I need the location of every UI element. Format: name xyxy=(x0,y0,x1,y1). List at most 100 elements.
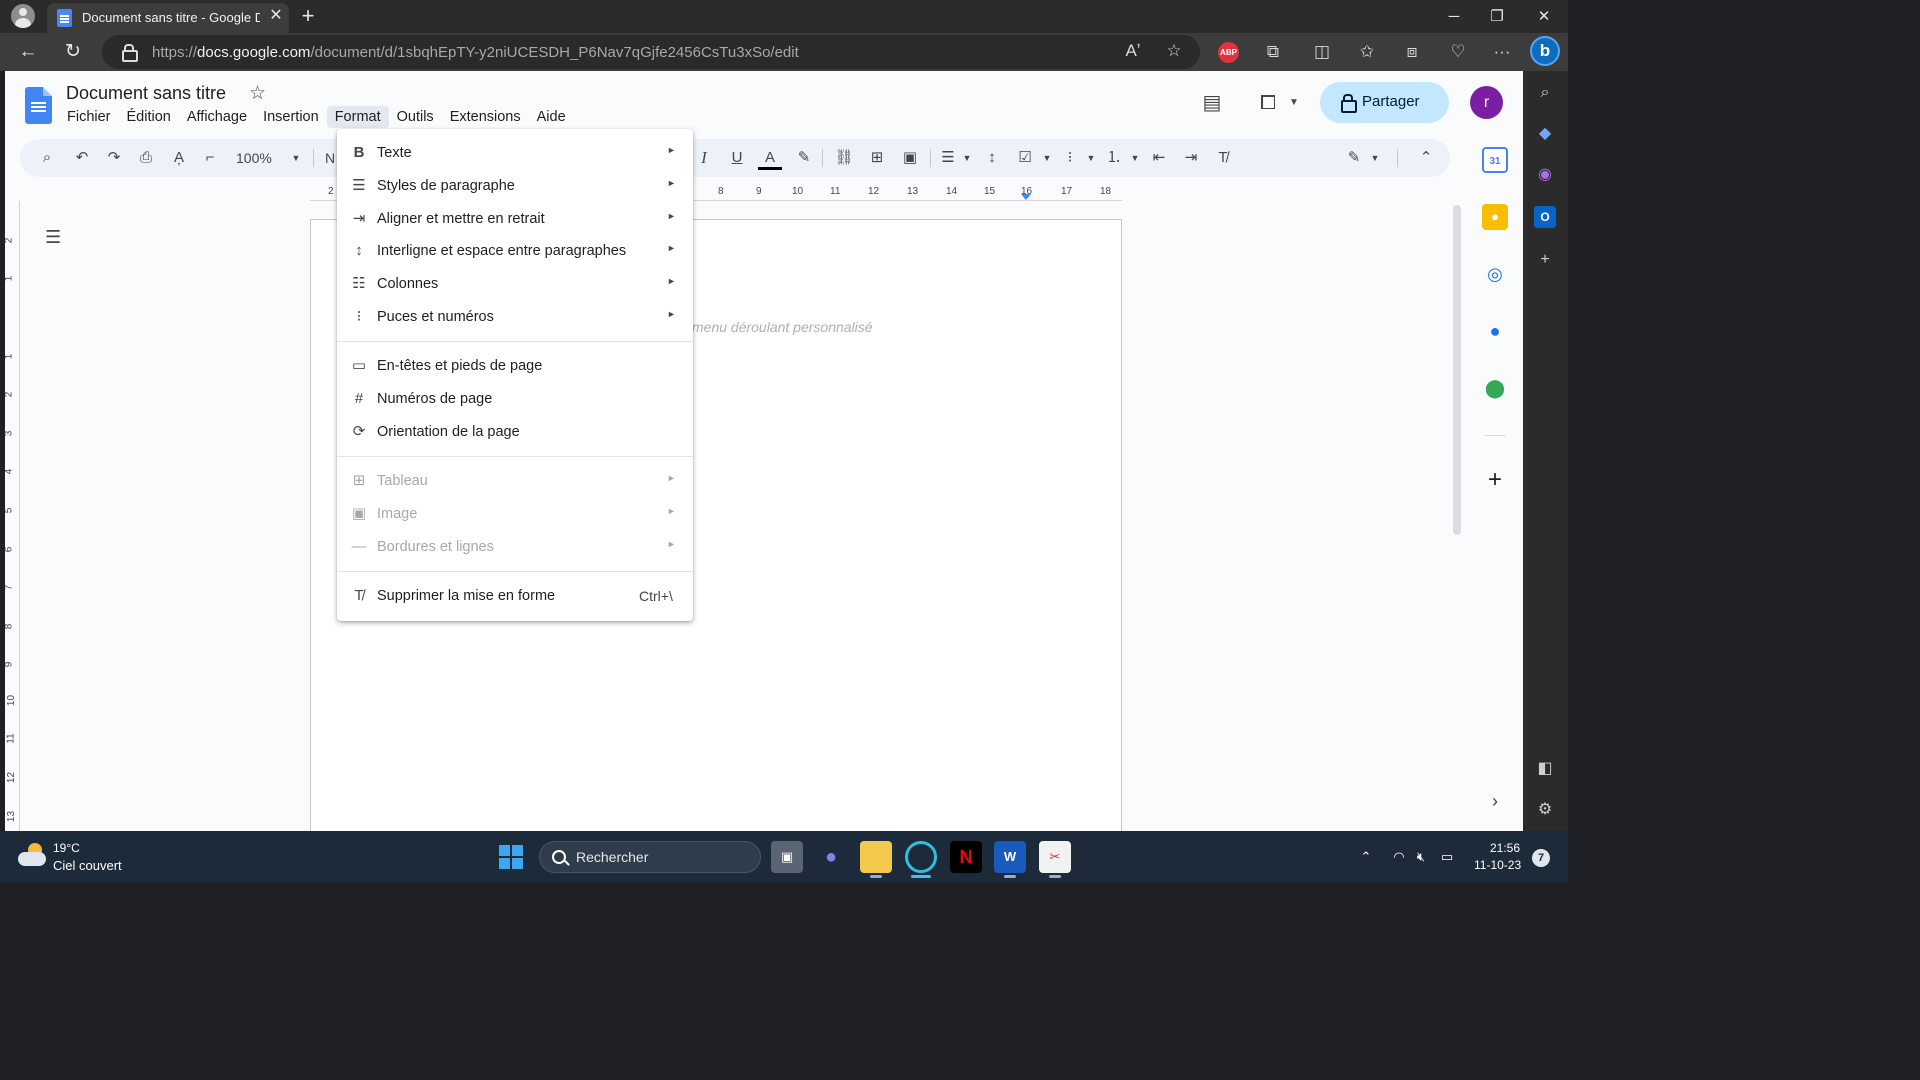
extensions-puzzle-icon[interactable]: ⧉ xyxy=(1260,40,1286,64)
windows-start-icon[interactable] xyxy=(499,845,523,869)
back-arrow-icon[interactable]: ← xyxy=(15,40,41,64)
menu-item-texte[interactable]: B Texte ► xyxy=(337,137,693,170)
line-spacing-icon[interactable]: ↕ xyxy=(980,146,1004,170)
increase-indent-icon[interactable]: ⇥ xyxy=(1179,146,1203,170)
menu-item-styles-paragraphe[interactable]: ☰ Styles de paragraphe ► xyxy=(337,170,693,203)
weather-temperature[interactable]: 19°C xyxy=(53,841,80,855)
netflix-icon[interactable]: N xyxy=(950,841,982,873)
adblock-plus-icon[interactable]: ABP xyxy=(1218,42,1239,63)
star-icon[interactable]: ☆ xyxy=(249,82,266,105)
document-outline-icon[interactable]: ☰ xyxy=(45,227,65,247)
edge-settings-gear-icon[interactable]: ⚙ xyxy=(1534,799,1556,821)
tasks-icon[interactable]: ◎ xyxy=(1482,261,1508,287)
menu-item-numeros-page[interactable]: # Numéros de page xyxy=(337,383,693,416)
editing-mode-dropdown-icon[interactable]: ▼ xyxy=(1363,146,1387,170)
read-aloud-icon[interactable]: A͏ʼ xyxy=(1120,39,1146,63)
add-comment-icon[interactable]: ⊞ xyxy=(865,146,889,170)
menu-affichage[interactable]: Affichage xyxy=(179,106,255,128)
menu-item-aligner[interactable]: ⇥ Aligner et mettre en retrait ► xyxy=(337,203,693,236)
contacts-icon[interactable]: ● xyxy=(1482,318,1508,344)
menu-item-interligne[interactable]: ↕ Interligne et espace entre paragraphes… xyxy=(337,235,693,268)
file-explorer-icon[interactable] xyxy=(860,841,892,873)
get-addons-icon[interactable]: + xyxy=(1482,467,1508,493)
clock-time[interactable]: 21:56 xyxy=(1490,841,1520,855)
meet-dropdown-icon[interactable]: ▼ xyxy=(1281,91,1307,115)
browser-essentials-icon[interactable]: ♡ xyxy=(1445,40,1471,64)
meet-video-icon[interactable]: ⧠ xyxy=(1255,91,1281,115)
comments-icon[interactable]: ▤ xyxy=(1199,91,1225,115)
menu-item-colonnes[interactable]: ☷ Colonnes ► xyxy=(337,268,693,301)
volume-muted-icon[interactable]: 🔇︎ xyxy=(1411,847,1431,867)
menu-outils[interactable]: Outils xyxy=(389,106,442,128)
checklist-dropdown-icon[interactable]: ▼ xyxy=(1035,146,1059,170)
bing-copilot-icon[interactable]: b xyxy=(1530,36,1560,66)
google-docs-logo-icon[interactable] xyxy=(25,87,52,124)
edge-search-icon[interactable]: ⌕ xyxy=(1534,82,1556,104)
show-side-panel-chevron-icon[interactable]: › xyxy=(1482,788,1508,814)
menu-item-orientation[interactable]: ⟳ Orientation de la page xyxy=(337,416,693,449)
menu-insertion[interactable]: Insertion xyxy=(255,106,327,128)
weather-cloud-icon[interactable] xyxy=(18,843,48,869)
highlight-color-icon[interactable]: ✎ xyxy=(792,146,816,170)
tray-overflow-chevron-icon[interactable]: ⌃ xyxy=(1356,847,1376,867)
undo-icon[interactable]: ↶ xyxy=(70,146,94,170)
share-button[interactable]: Partager xyxy=(1320,82,1449,123)
browser-profile-icon[interactable] xyxy=(11,4,35,28)
minimize-icon[interactable]: ─ xyxy=(1431,0,1477,33)
align-dropdown-icon[interactable]: ▼ xyxy=(955,146,979,170)
zoom-dropdown-icon[interactable]: ▼ xyxy=(284,146,308,170)
browser-tab[interactable]: Document sans titre - Google Docs ✕ xyxy=(47,3,289,33)
snipping-tool-icon[interactable]: ✂ xyxy=(1039,841,1071,873)
edge-browser-icon[interactable] xyxy=(905,841,937,873)
bulleted-list-dropdown-icon[interactable]: ▼ xyxy=(1079,146,1103,170)
menu-item-puces[interactable]: ⁝ Puces et numéros ► xyxy=(337,301,693,334)
edge-add-icon[interactable]: + xyxy=(1534,249,1556,271)
edge-tag-icon[interactable]: ◆ xyxy=(1534,123,1556,145)
menu-aide[interactable]: Aide xyxy=(529,106,574,128)
reload-icon[interactable]: ↻ xyxy=(60,40,86,64)
spellcheck-icon[interactable]: A͎ xyxy=(167,146,191,170)
favorites-icon[interactable]: ✩ xyxy=(1354,40,1380,64)
decrease-indent-icon[interactable]: ⇤ xyxy=(1147,146,1171,170)
new-tab-icon[interactable]: + xyxy=(296,3,320,29)
clear-formatting-icon[interactable]: T̸ xyxy=(1211,146,1235,170)
zoom-select[interactable]: 100% xyxy=(236,150,272,166)
maps-icon[interactable]: ⬤ xyxy=(1482,375,1508,401)
favorite-star-icon[interactable]: ☆ xyxy=(1161,39,1187,63)
edge-copilot-icon[interactable]: ◉ xyxy=(1534,164,1556,186)
taskbar-search-box[interactable]: Rechercher xyxy=(539,841,761,873)
user-avatar[interactable]: r xyxy=(1470,86,1503,119)
lock-icon[interactable] xyxy=(122,44,138,62)
restore-icon[interactable]: ❐ xyxy=(1474,0,1520,33)
outlook-icon[interactable]: O xyxy=(1534,206,1556,228)
window-close-icon[interactable]: ✕ xyxy=(1521,0,1567,33)
battery-icon[interactable]: ▭ xyxy=(1437,847,1457,867)
keep-icon[interactable]: ● xyxy=(1482,204,1508,230)
paint-format-icon[interactable]: ⌐ xyxy=(198,146,222,170)
split-screen-icon[interactable]: ◫ xyxy=(1309,40,1335,64)
weather-description[interactable]: Ciel couvert xyxy=(53,858,122,873)
more-options-icon[interactable]: ··· xyxy=(1489,40,1515,64)
vertical-scrollbar[interactable] xyxy=(1453,205,1461,535)
wifi-icon[interactable]: ◠ xyxy=(1389,847,1409,867)
hide-menus-chevron-up-icon[interactable]: ⌃ xyxy=(1414,146,1438,170)
calendar-icon[interactable]: 31 xyxy=(1482,147,1508,173)
print-icon[interactable]: ⎙ xyxy=(134,146,158,170)
menu-item-entetes[interactable]: ▭ En-têtes et pieds de page xyxy=(337,350,693,383)
word-icon[interactable]: W xyxy=(994,841,1026,873)
redo-icon[interactable]: ↷ xyxy=(102,146,126,170)
notification-badge[interactable]: 7 xyxy=(1532,849,1550,867)
edge-sidebar-panel-icon[interactable]: ◧ xyxy=(1534,758,1556,780)
checklist-icon[interactable]: ☑ xyxy=(1013,146,1037,170)
collections-icon[interactable]: ⧈ xyxy=(1399,40,1425,64)
menu-fichier[interactable]: Fichier xyxy=(59,106,119,128)
numbered-list-dropdown-icon[interactable]: ▼ xyxy=(1123,146,1147,170)
task-view-icon[interactable]: ▣ xyxy=(771,841,803,873)
clock-date[interactable]: 11-10-23 xyxy=(1474,858,1521,872)
italic-icon[interactable]: I xyxy=(692,146,716,170)
tab-close-icon[interactable]: ✕ xyxy=(266,6,286,26)
style-select[interactable]: N xyxy=(325,150,335,166)
insert-image-icon[interactable]: ▣ xyxy=(898,146,922,170)
insert-link-icon[interactable]: ⛓ xyxy=(832,146,856,170)
left-ruler[interactable]: 2 1 1 2 3 4 5 6 7 8 9 10 11 12 13 xyxy=(5,201,20,831)
